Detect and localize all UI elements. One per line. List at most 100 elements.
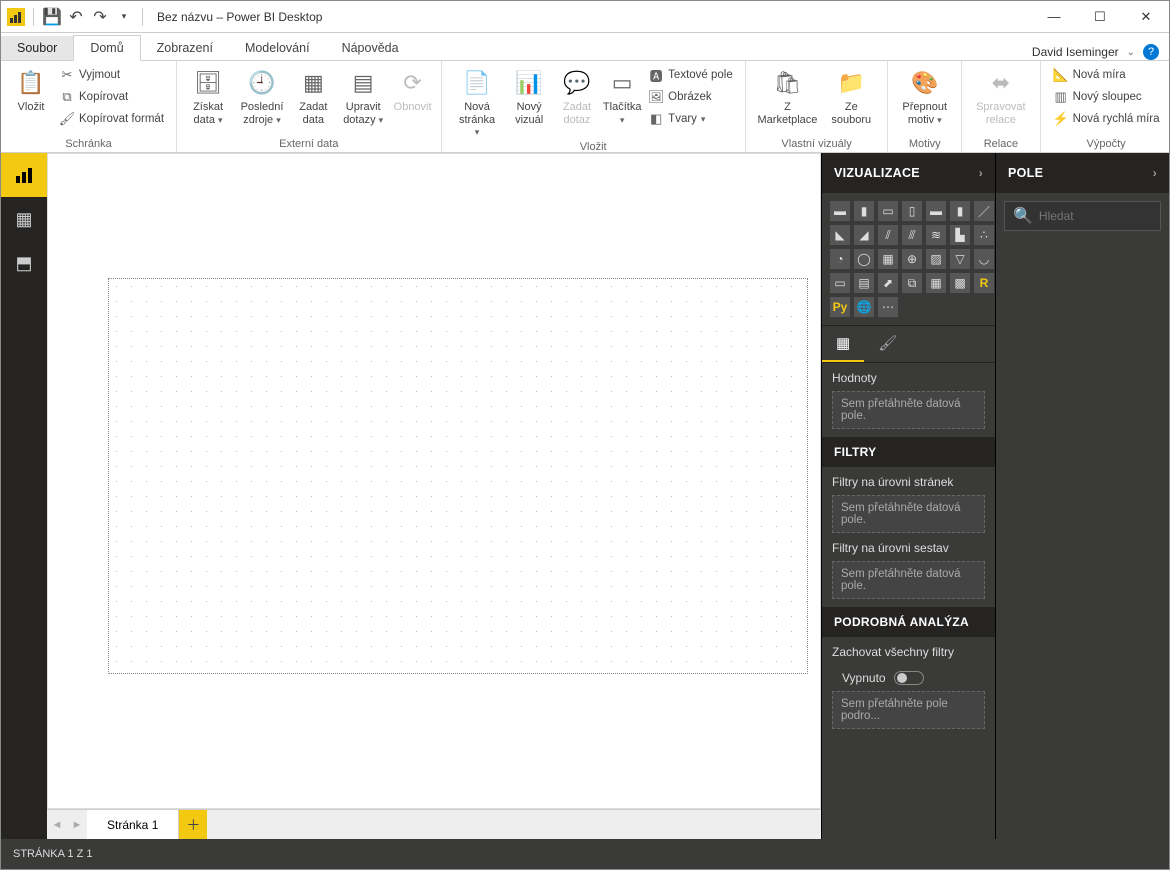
- viz-r-script[interactable]: R: [974, 273, 994, 293]
- viz-pie[interactable]: ◔: [830, 249, 850, 269]
- tab-home[interactable]: Domů: [73, 35, 140, 61]
- page-icon: 📄: [461, 67, 493, 99]
- viz-map[interactable]: ⊕: [902, 249, 922, 269]
- save-icon[interactable]: 💾: [42, 7, 62, 27]
- nav-report-view[interactable]: [1, 153, 47, 197]
- viz-more[interactable]: ⋯: [878, 297, 898, 317]
- ask-question-button[interactable]: 💬Zadat dotaz: [554, 65, 600, 128]
- drillthrough-drop-well[interactable]: Sem přetáhněte pole podro...: [832, 691, 985, 729]
- fields-search[interactable]: 🔍: [1004, 201, 1161, 231]
- cut-button[interactable]: ✂Vyjmout: [55, 65, 168, 85]
- help-icon[interactable]: ?: [1143, 44, 1159, 60]
- page-tab-1[interactable]: Stránka 1: [87, 810, 179, 840]
- window-controls: — ☐ ✕: [1031, 1, 1169, 33]
- get-data-button[interactable]: 🗄Získat data ▾: [185, 65, 231, 128]
- redo-icon[interactable]: ↷: [90, 7, 110, 27]
- fields-header[interactable]: POLE ›: [996, 153, 1169, 193]
- relationship-icon: ⬌: [985, 67, 1017, 99]
- page-prev-icon[interactable]: ◄: [47, 819, 67, 831]
- minimize-button[interactable]: —: [1031, 1, 1077, 33]
- tab-format-icon[interactable]: 🖌: [864, 326, 911, 362]
- column-icon: ▥: [1053, 89, 1069, 105]
- viz-multi-card[interactable]: ▤: [854, 273, 874, 293]
- refresh-icon: ⟳: [397, 67, 429, 99]
- viz-line-stacked[interactable]: ⫽: [878, 225, 898, 245]
- palette-icon: 🎨: [909, 67, 941, 99]
- nav-data-view[interactable]: ▦: [1, 197, 47, 241]
- tab-view[interactable]: Zobrazení: [141, 36, 229, 60]
- viz-ribbon[interactable]: ≋: [926, 225, 946, 245]
- viz-card[interactable]: ▭: [830, 273, 850, 293]
- keep-all-filters-toggle[interactable]: [894, 671, 924, 685]
- viz-clustered-bar[interactable]: ▭: [878, 201, 898, 221]
- visualizations-header[interactable]: VIZUALIZACE ›: [822, 153, 995, 193]
- format-painter-button[interactable]: 🖌Kopírovat formát: [55, 109, 168, 129]
- paste-button[interactable]: 📋 Vložit: [9, 65, 53, 116]
- qat-dropdown-icon[interactable]: ▾: [114, 7, 134, 27]
- viz-waterfall[interactable]: ▙: [950, 225, 970, 245]
- viz-donut[interactable]: ◯: [854, 249, 874, 269]
- image-button[interactable]: 🖼Obrázek: [644, 87, 737, 107]
- viz-table[interactable]: ▦: [926, 273, 946, 293]
- new-visual-button[interactable]: 📊Nový vizuál: [506, 65, 551, 128]
- status-bar: STRÁNKA 1 Z 1: [1, 839, 1169, 869]
- values-drop-well[interactable]: Sem přetáhněte datová pole.: [832, 391, 985, 429]
- viz-scatter[interactable]: ∴: [974, 225, 994, 245]
- buttons-button[interactable]: ▭Tlačítka ▾: [602, 65, 642, 128]
- viz-gauge[interactable]: ◡: [974, 249, 994, 269]
- switch-theme-button[interactable]: 🎨Přepnout motiv ▾: [896, 65, 953, 128]
- viz-treemap[interactable]: ▦: [878, 249, 898, 269]
- viz-stacked-area[interactable]: ◢: [854, 225, 874, 245]
- new-measure-button[interactable]: 📐Nová míra: [1049, 65, 1164, 85]
- viz-line[interactable]: ／: [974, 201, 994, 221]
- enter-data-button[interactable]: ▦Zadat data: [293, 65, 334, 128]
- textbox-icon: 🅰: [648, 67, 664, 83]
- maximize-button[interactable]: ☐: [1077, 1, 1123, 33]
- viz-kpi[interactable]: ⬈: [878, 273, 898, 293]
- viz-line-clustered[interactable]: ⫻: [902, 225, 922, 245]
- fields-search-input[interactable]: [1039, 209, 1170, 223]
- copy-button[interactable]: ⧉Kopírovat: [55, 87, 168, 107]
- viz-100-bar[interactable]: ▬: [926, 201, 946, 221]
- new-quick-measure-button[interactable]: ⚡Nová rychlá míra: [1049, 109, 1164, 129]
- viz-stacked-column[interactable]: ▮: [854, 201, 874, 221]
- button-icon: ▭: [606, 67, 638, 99]
- from-file-button[interactable]: 📁Ze souboru: [823, 65, 879, 128]
- viz-arcgis[interactable]: 🌐: [854, 297, 874, 317]
- viz-clustered-column[interactable]: ▯: [902, 201, 922, 221]
- recent-sources-button[interactable]: 🕘Poslední zdroje ▾: [233, 65, 291, 128]
- refresh-button[interactable]: ⟳Obnovit: [393, 65, 433, 116]
- ribbon-group-insert: 📄Nová stránka ▾ 📊Nový vizuál 💬Zadat dota…: [442, 61, 746, 152]
- shapes-button[interactable]: ◧Tvary ▾: [644, 109, 737, 129]
- new-column-button[interactable]: ▥Nový sloupec: [1049, 87, 1164, 107]
- new-page-button[interactable]: 📄Nová stránka ▾: [450, 65, 505, 141]
- edit-queries-button[interactable]: ▤Upravit dotazy ▾: [336, 65, 391, 128]
- undo-icon[interactable]: ↶: [66, 7, 86, 27]
- report-canvas[interactable]: [108, 278, 808, 674]
- status-text: STRÁNKA 1 Z 1: [13, 848, 92, 860]
- text-box-button[interactable]: 🅰Textové pole: [644, 65, 737, 85]
- chevron-right-icon: ›: [979, 166, 983, 180]
- manage-relationships-button[interactable]: ⬌Spravovat relace: [970, 65, 1032, 128]
- viz-100-column[interactable]: ▮: [950, 201, 970, 221]
- viz-python[interactable]: Py: [830, 297, 850, 317]
- viz-stacked-bar[interactable]: ▬: [830, 201, 850, 221]
- tab-modeling[interactable]: Modelování: [229, 36, 326, 60]
- viz-matrix[interactable]: ▩: [950, 273, 970, 293]
- filters-section-title: FILTRY: [822, 437, 995, 467]
- tab-help[interactable]: Nápověda: [326, 36, 415, 60]
- close-button[interactable]: ✕: [1123, 1, 1169, 33]
- viz-area[interactable]: ◣: [830, 225, 850, 245]
- viz-slicer[interactable]: ⧉: [902, 273, 922, 293]
- viz-funnel[interactable]: ▽: [950, 249, 970, 269]
- viz-filled-map[interactable]: ▨: [926, 249, 946, 269]
- from-marketplace-button[interactable]: 🛍Z Marketplace: [754, 65, 821, 128]
- user-area[interactable]: David Iseminger ⌄ ?: [1032, 44, 1169, 60]
- add-page-button[interactable]: ＋: [179, 810, 207, 840]
- page-filters-drop-well[interactable]: Sem přetáhněte datová pole.: [832, 495, 985, 533]
- tab-file[interactable]: Soubor: [1, 36, 73, 60]
- report-filters-drop-well[interactable]: Sem přetáhněte datová pole.: [832, 561, 985, 599]
- tab-fields-icon[interactable]: ▦: [822, 326, 864, 362]
- page-next-icon[interactable]: ►: [67, 819, 87, 831]
- nav-model-view[interactable]: ⬒: [1, 241, 47, 285]
